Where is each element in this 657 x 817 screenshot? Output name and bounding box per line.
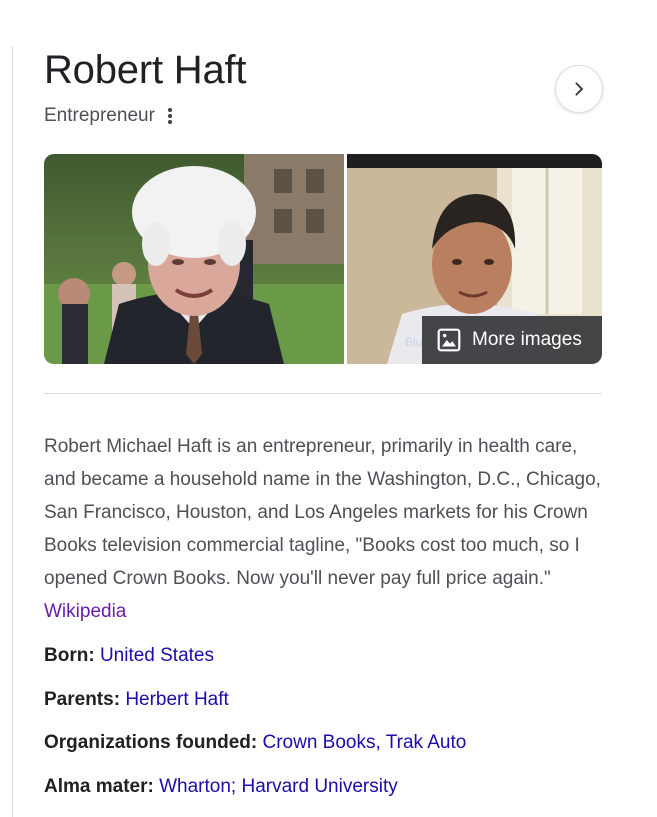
section-divider — [44, 393, 602, 394]
photo-1-illustration — [44, 154, 344, 364]
organization-link[interactable]: Trak Auto — [386, 732, 467, 753]
subtitle-row: Entrepreneur — [44, 104, 175, 128]
more-options-icon[interactable] — [163, 106, 175, 126]
left-border — [12, 46, 13, 817]
wikipedia-link[interactable]: Wikipedia — [44, 601, 126, 622]
fact-label-alma-mater: Alma mater: — [44, 776, 154, 797]
entity-title: Robert Haft — [44, 48, 247, 92]
born-link[interactable]: United States — [100, 645, 214, 666]
fact-label-parents: Parents: — [44, 689, 121, 710]
fact-label-born: Born: — [44, 645, 95, 666]
more-images-label: More images — [472, 329, 582, 350]
fact-alma-mater: Alma mater: Wharton; Harvard University — [44, 776, 398, 797]
entity-description: Robert Michael Haft is an entrepreneur, … — [44, 430, 602, 628]
fact-label-organizations: Organizations founded: — [44, 732, 258, 753]
entity-photo-1[interactable] — [44, 154, 344, 364]
image-icon — [437, 328, 461, 352]
image-carousel: Blue More images — [44, 154, 602, 364]
organization-link[interactable]: Crown Books — [263, 732, 376, 753]
entity-photo-2[interactable]: Blue More images — [347, 154, 602, 364]
fact-organizations: Organizations founded: Crown Books, Trak… — [44, 732, 467, 753]
chevron-right-icon — [575, 82, 583, 96]
entity-subtitle: Entrepreneur — [44, 105, 155, 126]
fact-born: Born: United States — [44, 643, 214, 669]
alma-mater-link[interactable]: Wharton — [159, 776, 231, 797]
fact-parents: Parents: Herbert Haft — [44, 687, 229, 713]
next-button[interactable] — [555, 65, 603, 113]
parent-link[interactable]: Herbert Haft — [125, 689, 228, 710]
description-text: Robert Michael Haft is an entrepreneur, … — [44, 436, 601, 589]
alma-mater-link[interactable]: Harvard University — [241, 776, 397, 797]
more-images-button[interactable]: More images — [422, 316, 602, 364]
